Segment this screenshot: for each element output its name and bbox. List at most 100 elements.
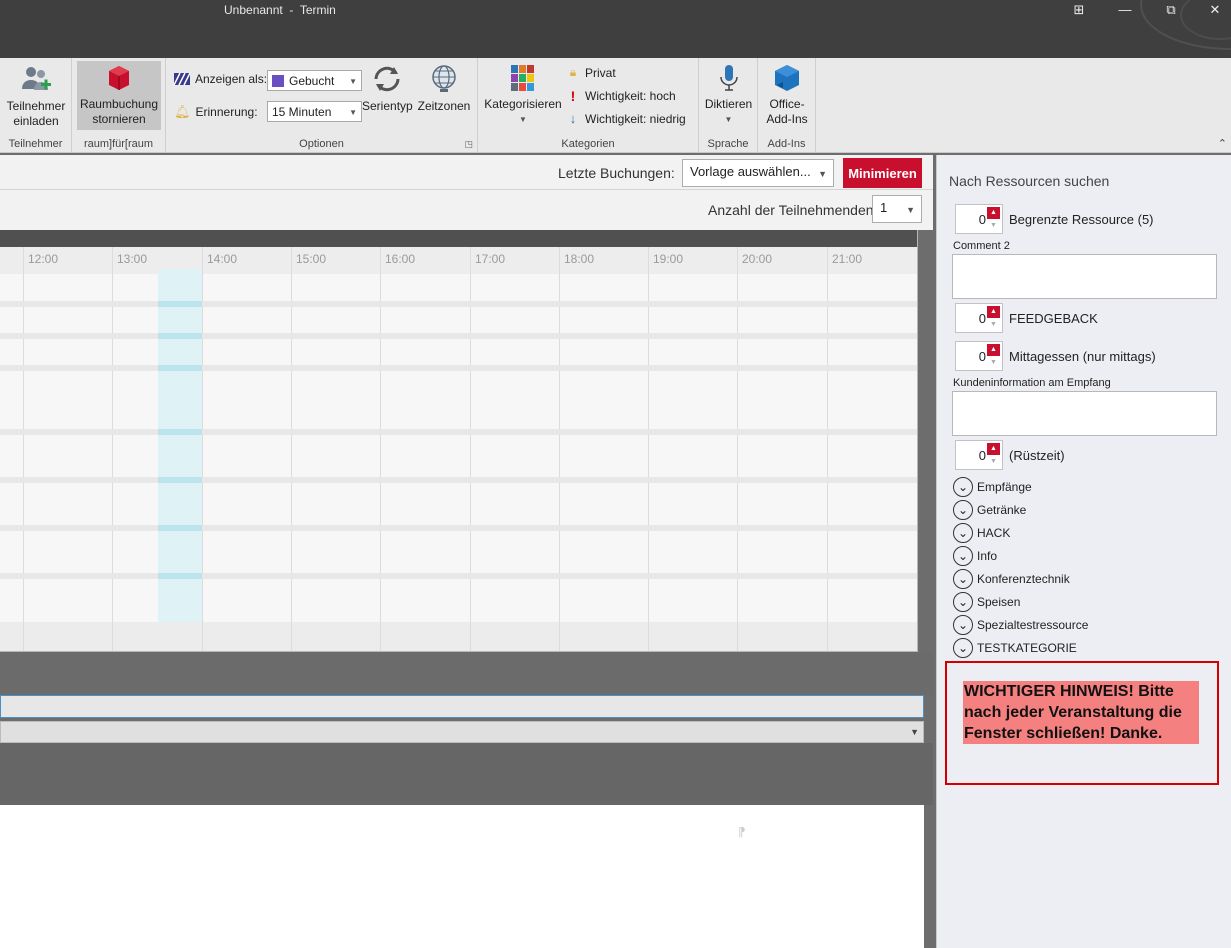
cancel-room-booking-button[interactable]: Raumbuchung stornieren — [77, 61, 161, 130]
resource-spinner[interactable]: 0 ▲ ▼ — [955, 204, 1003, 234]
hour-label: 17:00 — [475, 252, 506, 266]
category-label: Spezialtestressource — [977, 618, 1089, 632]
ribbon-group-kategorien: Kategorisieren ▼ 🔒︎ Privat ! Wichtigkeit… — [478, 58, 699, 153]
hour-label: 18:00 — [564, 252, 595, 266]
resource-spinner[interactable]: 0 ▲ ▼ — [955, 303, 1003, 333]
ribbon-group-addins: Office- Add-Ins Add-Ins — [758, 58, 816, 153]
category-expander[interactable]: ⌄ HACK — [953, 523, 1010, 543]
high-importance-button[interactable]: ! Wichtigkeit: hoch — [566, 88, 676, 104]
erinnerung-value: 15 Minuten — [272, 104, 332, 119]
resource-spinner[interactable]: 0 ▲ ▼ — [955, 440, 1003, 470]
chevron-down-icon: ⌄ — [953, 569, 973, 589]
chevron-down-icon: ⌄ — [953, 477, 973, 497]
current-time-row-separator — [158, 525, 202, 531]
spinner-down-icon[interactable]: ▼ — [987, 220, 1000, 232]
notice-text: WICHTIGER HINWEIS! Bitte nach jeder Vera… — [963, 681, 1199, 744]
hour-label: 13:00 — [117, 252, 148, 266]
kundeninfo-field[interactable] — [952, 391, 1217, 436]
row-separator — [0, 333, 917, 339]
erinnerung-dropdown[interactable]: 15 Minuten ▼ — [267, 101, 362, 122]
group-label: Add-Ins — [767, 138, 806, 150]
teilnehmende-dropdown[interactable]: 1 ▼ — [872, 195, 922, 223]
hour-label: 12:00 — [28, 252, 59, 266]
private-button[interactable]: 🔒︎ Privat — [566, 65, 616, 80]
row-separator — [0, 429, 917, 435]
dictate-button[interactable]: Diktieren ▼ — [702, 61, 755, 127]
spinner-value: 0 — [978, 311, 986, 326]
resource-spinner[interactable]: 0 ▲ ▼ — [955, 341, 1003, 371]
cancel-label-2: stornieren — [92, 112, 146, 126]
hour-gridline — [470, 247, 471, 651]
ribbon: Teilnehmer einladen Teilnehmer Raumbuchu… — [0, 58, 1231, 153]
categorize-button[interactable]: Kategorisieren ▼ — [482, 61, 564, 127]
spinner-label: FEEDGEBACK — [1009, 311, 1098, 326]
dialog-launcher-icon[interactable]: ◳ — [464, 139, 473, 150]
category-expander[interactable]: ⌄ Getränke — [953, 500, 1026, 520]
erinnerung-row: 🔔︎ Erinnerung: — [174, 104, 258, 120]
comment2-field[interactable] — [952, 254, 1217, 299]
spinner-down-icon[interactable]: ▼ — [987, 456, 1000, 468]
category-expander[interactable]: ⌄ Info — [953, 546, 997, 566]
diktieren-label: Diktieren — [704, 97, 753, 111]
category-expander[interactable]: ⌄ Empfänge — [953, 477, 1032, 497]
separator-area — [0, 743, 933, 805]
minimize-icon[interactable]: — — [1102, 0, 1148, 24]
category-expander[interactable]: ⌄ Speisen — [953, 592, 1020, 612]
category-expander[interactable]: ⌄ Konferenztechnik — [953, 569, 1070, 589]
vorlage-dropdown[interactable]: Vorlage auswählen... ▼ — [682, 159, 834, 187]
ribbon-display-options-icon[interactable]: ⊞ — [1056, 0, 1102, 24]
row-separator — [0, 525, 917, 531]
kategorisieren-label: Kategorisieren — [484, 97, 562, 111]
hour-gridline — [112, 247, 113, 651]
chevron-down-icon: ▼ — [519, 115, 527, 124]
invite-attendees-button[interactable]: Teilnehmer einladen — [2, 61, 70, 133]
spinner-down-icon[interactable]: ▼ — [987, 319, 1000, 331]
hour-label: 20:00 — [742, 252, 773, 266]
categorize-icon — [511, 65, 534, 91]
category-expander[interactable]: ⌄ Spezialtestressource — [953, 615, 1088, 635]
addins-label-1: Office- — [769, 97, 805, 111]
recurrence-button[interactable]: Serientyp — [362, 61, 413, 114]
spinner-up-icon[interactable]: ▲ — [987, 344, 1000, 356]
spinner-up-icon[interactable]: ▲ — [987, 306, 1000, 318]
hour-gridline — [291, 247, 292, 651]
bell-icon: 🔔︎ — [174, 104, 191, 119]
low-importance-button[interactable]: ↓ Wichtigkeit: niedrig — [566, 111, 686, 126]
spinner-label: Mittagessen (nur mittags) — [1009, 349, 1156, 364]
hour-label: 16:00 — [385, 252, 416, 266]
spinner-up-icon[interactable]: ▲ — [987, 443, 1000, 455]
close-icon[interactable]: ✕ — [1192, 0, 1231, 24]
category-expander[interactable]: ⌄ TESTKATEGORIE — [953, 638, 1077, 658]
spinner-down-icon[interactable]: ▼ — [987, 357, 1000, 369]
category-label: Konferenztechnik — [977, 572, 1070, 586]
scheduling-timeline[interactable]: 12:00 13:00 14:00 15:00 16:00 17:00 18:00 19:00… — [0, 230, 918, 652]
wichtigkeit-niedrig-label: Wichtigkeit: niedrig — [585, 111, 686, 126]
spinner-up-icon[interactable]: ▲ — [987, 207, 1000, 219]
category-label: HACK — [977, 526, 1011, 540]
addins-label-2: Add-Ins — [766, 112, 808, 126]
room-booking-icon — [109, 66, 129, 90]
microphone-icon — [719, 65, 738, 91]
body-editor[interactable]: ⁋ — [0, 805, 924, 948]
subject-input[interactable] — [0, 695, 924, 718]
time-zones-button[interactable]: Zeitzonen — [416, 61, 472, 114]
chevron-down-icon: ⌄ — [953, 638, 973, 658]
teilnehmende-label: Anzahl der Teilnehmenden — [708, 202, 874, 218]
collapse-ribbon-icon[interactable]: ⌃ — [1218, 137, 1227, 150]
anzeigen-dropdown[interactable]: Gebucht ▼ — [267, 70, 362, 91]
ribbon-group-sprache: Diktieren ▼ Sprache — [699, 58, 758, 153]
restore-icon[interactable]: ⧉ — [1148, 0, 1194, 24]
current-time-row-separator — [158, 429, 202, 435]
office-addins-button[interactable]: Office- Add-Ins — [762, 61, 812, 127]
current-time-row-separator — [158, 333, 202, 339]
ribbon-group-optionen: Anzeigen als: Gebucht ▼ 🔔︎ Erinnerung: 1… — [166, 58, 478, 153]
spinner-value: 0 — [978, 349, 986, 364]
location-dropdown[interactable]: ▼ — [0, 721, 924, 743]
category-label: Info — [977, 549, 998, 563]
minimize-button[interactable]: Minimieren — [843, 158, 922, 188]
current-time-row-separator — [158, 301, 202, 307]
ribbon-group-raum: Raumbuchung stornieren raum]für[raum — [72, 58, 166, 153]
erinnerung-label: Erinnerung: — [195, 105, 258, 119]
attendees-icon — [22, 67, 51, 90]
hour-label: 21:00 — [832, 252, 863, 266]
